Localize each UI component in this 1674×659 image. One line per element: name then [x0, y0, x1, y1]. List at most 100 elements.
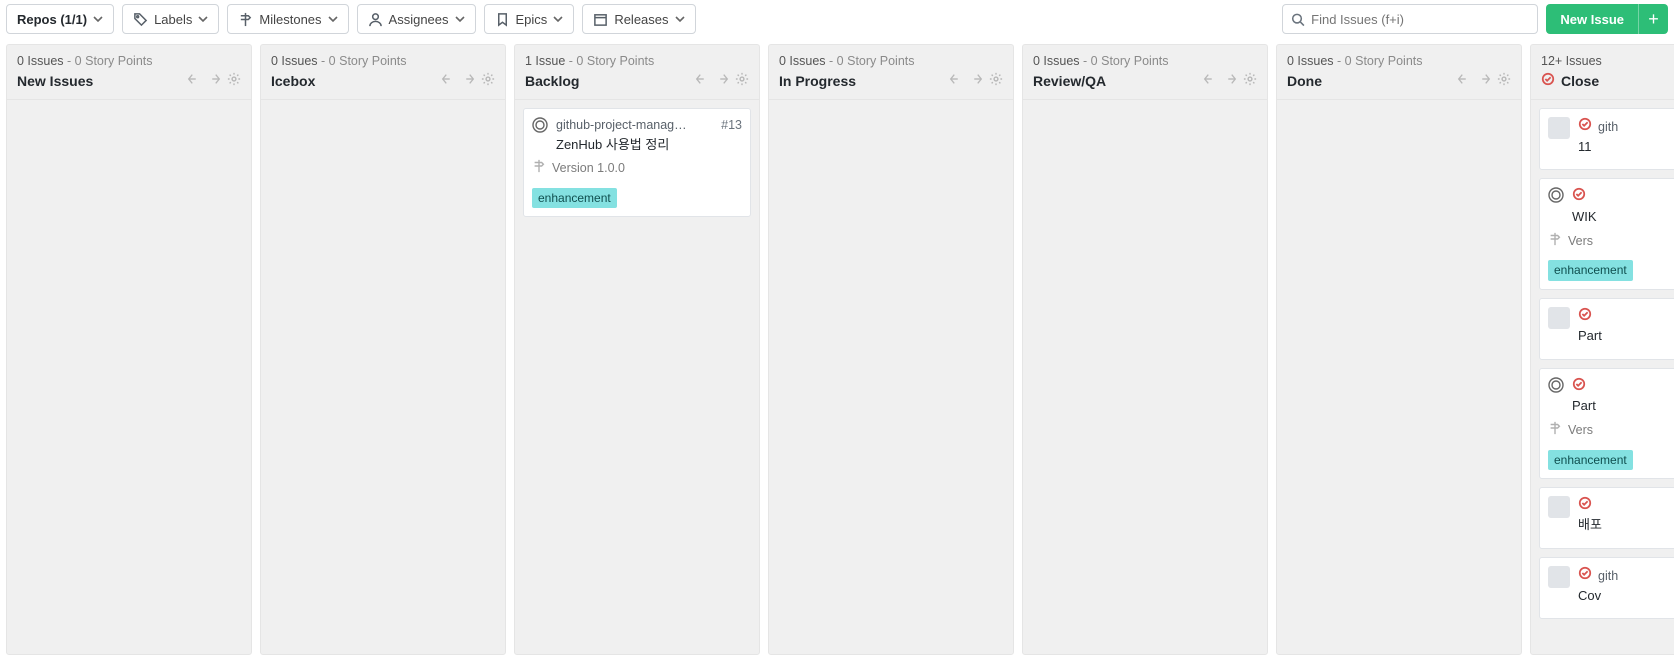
search-input[interactable]	[1311, 12, 1529, 27]
board-column: 0 Issues - 0 Story Points Icebox	[260, 44, 506, 655]
chevron-down-icon	[455, 14, 465, 24]
card-top: gith Cov	[1548, 566, 1674, 610]
closed-status-icon	[1578, 307, 1592, 326]
column-actions	[695, 72, 749, 89]
column-title-row: In Progress	[779, 72, 1003, 89]
card-issue-number: #13	[721, 117, 742, 134]
card-milestone: Vers	[1548, 421, 1674, 440]
card-top: gith11	[1548, 117, 1674, 161]
releases-filter[interactable]: Releases	[582, 4, 695, 34]
issues-count: 12+ Issues	[1541, 54, 1602, 68]
collapse-left-icon[interactable]	[949, 72, 963, 89]
issue-card[interactable]: gith Cov	[1539, 557, 1674, 619]
milestone-icon	[532, 159, 546, 178]
card-top: Part	[1548, 307, 1674, 351]
card-repo-name: gith	[1598, 568, 1674, 585]
new-issue-button[interactable]: New Issue	[1546, 4, 1638, 34]
milestones-filter[interactable]: Milestones	[227, 4, 348, 34]
issue-card[interactable]: WIKVersenhancement	[1539, 178, 1674, 289]
column-stats: 1 Issue - 0 Story Points	[525, 54, 749, 68]
column-stats: 12+ Issues	[1541, 54, 1674, 68]
column-title-text: Done	[1287, 73, 1322, 89]
column-title-row: Icebox	[271, 72, 495, 89]
column-stats: 0 Issues - 0 Story Points	[271, 54, 495, 68]
issue-card[interactable]: gith11	[1539, 108, 1674, 170]
collapse-left-icon[interactable]	[695, 72, 709, 89]
closed-status-icon	[1578, 496, 1592, 515]
bookmark-icon	[495, 12, 510, 27]
collapse-right-icon[interactable]	[969, 72, 983, 89]
card-title: Part	[1578, 327, 1674, 345]
collapse-right-icon[interactable]	[1223, 72, 1237, 89]
column-cards	[261, 100, 505, 116]
collapse-right-icon[interactable]	[1477, 72, 1491, 89]
issues-count: 0 Issues	[271, 54, 318, 68]
column-settings-icon[interactable]	[1243, 72, 1257, 89]
column-settings-icon[interactable]	[989, 72, 1003, 89]
board-column: 0 Issues - 0 Story PointsNew Issues	[6, 44, 252, 655]
search-box[interactable]	[1282, 4, 1538, 34]
column-title-text: Icebox	[271, 73, 315, 89]
card-repo-name: gith	[1598, 119, 1674, 136]
column-stats: 0 Issues - 0 Story Points	[779, 54, 1003, 68]
column-header: 0 Issues - 0 Story Points Icebox	[261, 45, 505, 100]
person-icon	[368, 12, 383, 27]
card-top: Part	[1548, 377, 1674, 421]
collapse-right-icon[interactable]	[715, 72, 729, 89]
closed-icon	[1541, 72, 1555, 89]
card-top: github-project-manag…#13ZenHub 사용법 정리	[532, 117, 742, 159]
column-cards	[769, 100, 1013, 116]
card-labels: enhancement	[1548, 450, 1674, 470]
column-settings-icon[interactable]	[481, 72, 495, 89]
column-title: Backlog	[525, 73, 579, 89]
plus-icon: +	[1648, 9, 1659, 30]
board-column: 0 Issues - 0 Story PointsDone	[1276, 44, 1522, 655]
collapse-right-icon[interactable]	[461, 72, 475, 89]
chevron-down-icon	[553, 14, 563, 24]
card-milestone: Vers	[1548, 232, 1674, 251]
collapse-left-icon[interactable]	[1457, 72, 1471, 89]
new-issue-plus-button[interactable]: +	[1638, 4, 1668, 34]
card-title: WIK	[1572, 208, 1674, 226]
chevron-down-icon	[198, 14, 208, 24]
column-settings-icon[interactable]	[1497, 72, 1511, 89]
new-issue-label: New Issue	[1560, 12, 1624, 27]
collapse-right-icon[interactable]	[207, 72, 221, 89]
card-title: 배포	[1578, 516, 1674, 534]
milestone-icon	[1548, 421, 1562, 440]
column-settings-icon[interactable]	[227, 72, 241, 89]
closed-status-icon	[1572, 187, 1586, 206]
collapse-left-icon[interactable]	[1203, 72, 1217, 89]
board-column: 12+ IssuesClosegith11WIKVersenhancementP…	[1530, 44, 1674, 655]
column-title-row: Backlog	[525, 72, 749, 89]
column-header: 1 Issue - 0 Story Points Backlog	[515, 45, 759, 100]
column-title-text: Review/QA	[1033, 73, 1106, 89]
issue-card[interactable]: Part	[1539, 298, 1674, 360]
repos-filter[interactable]: Repos (1/1)	[6, 4, 114, 34]
assignees-filter[interactable]: Assignees	[357, 4, 476, 34]
labels-filter[interactable]: Labels	[122, 4, 219, 34]
repo-icon	[1548, 187, 1564, 208]
column-title-row: Review/QA	[1033, 72, 1257, 89]
column-title: Done	[1287, 73, 1322, 89]
milestone-icon	[238, 12, 253, 27]
column-title: In Progress	[779, 73, 856, 89]
collapse-left-icon[interactable]	[441, 72, 455, 89]
labels-filter-label: Labels	[154, 12, 192, 27]
repo-icon	[1548, 377, 1564, 398]
closed-status-icon	[1572, 377, 1586, 396]
epics-filter-label: Epics	[516, 12, 548, 27]
epics-filter[interactable]: Epics	[484, 4, 575, 34]
column-cards	[7, 100, 251, 116]
card-title: Cov	[1578, 587, 1674, 605]
column-settings-icon[interactable]	[735, 72, 749, 89]
issue-card[interactable]: PartVers enhancement	[1539, 368, 1674, 479]
avatar	[1548, 496, 1570, 518]
story-points: - 0 Story Points	[829, 54, 914, 68]
column-cards	[1023, 100, 1267, 116]
repo-icon	[532, 117, 548, 138]
issue-card[interactable]: github-project-manag…#13ZenHub 사용법 정리Ver…	[523, 108, 751, 217]
issue-card[interactable]: 배포	[1539, 487, 1674, 549]
collapse-left-icon[interactable]	[187, 72, 201, 89]
label-tag: enhancement	[1548, 450, 1633, 470]
